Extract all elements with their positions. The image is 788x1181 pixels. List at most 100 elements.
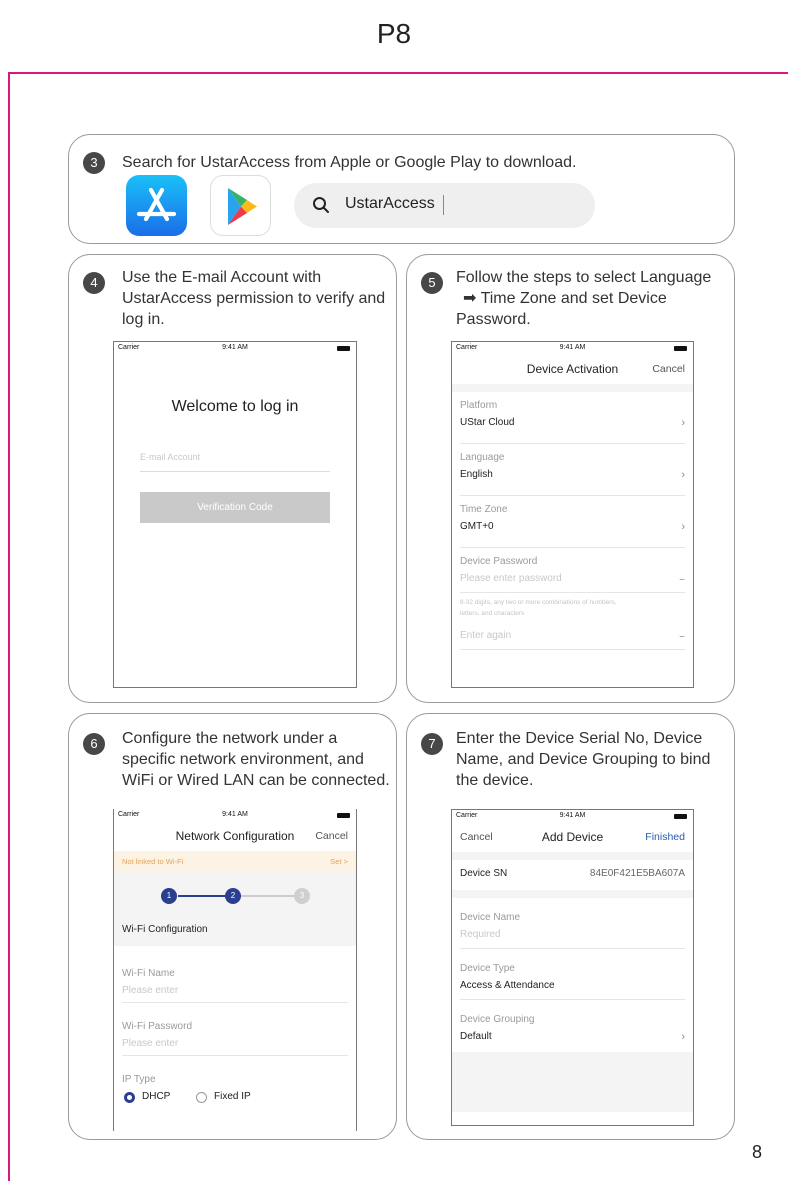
step-7-card: 7 Enter the Device Serial No, Device Nam… [406,713,735,1140]
device-grouping-row[interactable]: Device Grouping Default › [452,1000,693,1046]
finished-button[interactable]: Finished [645,831,685,843]
chevron-right-icon: › [681,1031,685,1043]
device-name-input[interactable]: Required [460,926,685,944]
status-time: 9:41 AM [559,812,586,819]
eye-closed-icon[interactable]: ⌣ [679,627,685,645]
cancel-button[interactable]: Cancel [652,363,685,375]
wifi-section-title: Wi-Fi Configuration [114,922,356,946]
arrow-right-icon: ➡ [463,290,477,307]
step-7-text: Enter the Device Serial No, Device Name,… [456,730,711,789]
divider [452,890,693,898]
device-password-row: Device Password Please enter password ⌣ … [452,548,693,650]
timezone-row[interactable]: Time Zone GMT+0 › [452,496,693,548]
step-5-text-line-2-label: Time Zone and set Device [480,290,667,307]
ip-type-options: DHCP Fixed IP [122,1088,348,1108]
step-3-text: Search for UstarAccess from Apple or Goo… [122,154,577,171]
device-password-input[interactable]: Please enter password ⌣ [460,570,685,588]
status-bar: Carrier 9:41 AM [114,809,356,823]
password-hint-line-1: 8-32 digits, any two or more combination… [460,599,617,606]
eye-closed-icon[interactable]: ⌣ [679,570,685,588]
wifi-name-row: Wi-Fi Name Please enter [114,946,356,1003]
confirm-password-input[interactable]: Enter again ⌣ [460,627,685,645]
email-field[interactable]: E-mail Account [140,452,330,472]
nav-bar: Cancel Add Device Finished [452,824,693,852]
divider [460,649,685,650]
wifi-password-label: Wi-Fi Password [122,1021,193,1032]
device-type-label: Device Type [460,963,515,974]
language-label: Language [460,452,505,463]
step-dot-1: 1 [161,888,177,904]
search-icon [313,197,329,213]
device-type-row: Device Type Access & Attendance [452,949,693,1000]
device-password-label: Device Password [460,556,538,567]
step-3-card: 3 Search for UstarAccess from Apple or G… [68,134,735,244]
wifi-name-label: Wi-Fi Name [122,968,175,979]
device-grouping-label: Device Grouping [460,1014,535,1025]
wifi-name-input[interactable]: Please enter [122,982,348,1000]
search-input-value: UstarAccess [345,195,435,212]
timezone-value: GMT+0 › [460,518,685,536]
step-6-card: 6 Configure the network under a specific… [68,713,397,1140]
divider [452,384,693,392]
step-connector [240,895,294,897]
status-bar: Carrier 9:41 AM [452,810,693,824]
step-5-text: Follow the steps to select Language ➡ Ti… [456,267,734,330]
app-store-icon[interactable] [126,175,187,236]
device-password-placeholder: Please enter password [460,573,562,584]
dhcp-radio[interactable] [124,1092,135,1103]
device-sn-row: Device SN 84E0F421E5BA607A [452,860,693,890]
platform-value-text: UStar Cloud [460,417,515,428]
status-time: 9:41 AM [559,344,586,351]
status-time: 9:41 AM [222,344,248,351]
verification-code-button[interactable]: Verification Code [140,492,330,523]
nav-bar: Network Configuration Cancel [114,823,356,851]
empty-area [452,1052,693,1112]
divider [452,852,693,860]
step-indicator: 1 2 3 [114,872,356,922]
ip-type-label: IP Type [122,1074,156,1085]
ip-type-row: IP Type DHCP Fixed IP [114,1056,356,1108]
dhcp-label: DHCP [142,1091,171,1102]
battery-icon [674,814,687,819]
wifi-set-link[interactable]: Set > [330,857,348,866]
timezone-label: Time Zone [460,504,508,515]
step-6-text: Configure the network under a specific n… [122,730,390,789]
battery-icon [674,346,687,351]
language-value: English › [460,466,685,484]
step-5-badge: 5 [421,272,443,294]
platform-value: UStar Cloud › [460,414,685,432]
login-phone-screen: Carrier 9:41 AM Welcome to log in E-mail… [113,341,357,688]
step-connector [178,895,232,897]
cancel-button[interactable]: Cancel [315,830,348,842]
step-5-text-line-1: Follow the steps to select Language [456,269,712,286]
battery-icon [337,346,350,351]
page-number: 8 [751,1142,762,1162]
page-header: P8 [376,18,412,49]
status-time: 9:41 AM [222,811,248,818]
step-5-text-line-2: ➡ Time Zone and set Device [456,288,734,309]
confirm-password-placeholder: Enter again [460,630,512,641]
google-play-icon[interactable] [210,175,271,236]
wifi-warning-text: Not linked to Wi-Fi [122,857,184,866]
device-name-row: Device Name Required [452,898,693,949]
fixed-ip-radio[interactable] [196,1092,207,1103]
platform-label: Platform [460,400,498,411]
device-sn-value[interactable]: 84E0F421E5BA607A [590,868,685,879]
wifi-warning-banner[interactable]: Not linked to Wi-Fi Set > [114,851,356,872]
search-bar[interactable]: UstarAccess [294,183,595,228]
device-grouping-value: Default › [460,1028,685,1046]
nav-bar: Device Activation Cancel [452,356,693,384]
network-config-screen: Carrier 9:41 AM Network Configuration Ca… [113,809,357,1131]
battery-icon [337,813,350,818]
welcome-title: Welcome to log in [171,398,299,415]
platform-row[interactable]: Platform UStar Cloud › [452,392,693,444]
wifi-password-input[interactable]: Please enter [122,1035,348,1053]
device-grouping-value-text: Default [460,1031,492,1042]
language-row[interactable]: Language English › [452,444,693,496]
text-cursor [443,195,444,215]
device-sn-label: Device SN [460,868,508,879]
step-dot-3: 3 [294,888,310,904]
wifi-password-row: Wi-Fi Password Please enter [114,1003,356,1056]
step-dot-2: 2 [225,888,241,904]
status-bar: Carrier 9:41 AM [114,342,356,356]
